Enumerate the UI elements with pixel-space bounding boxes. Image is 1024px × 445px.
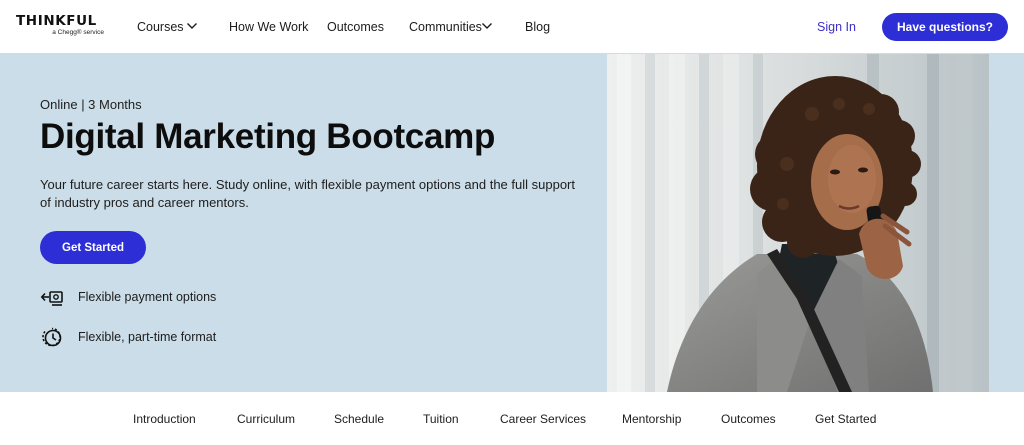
section-nav-introduction[interactable]: Introduction [133,412,196,426]
section-nav-schedule[interactable]: Schedule [334,412,384,426]
hero-description: Your future career starts here. Study on… [40,177,575,210]
section-nav-curriculum[interactable]: Curriculum [237,412,295,426]
chevron-down-icon[interactable] [186,21,198,31]
thinkful-logo[interactable]: THINKFUL a Chegg® service [16,14,106,37]
feature-format-label: Flexible, part-time format [78,330,217,344]
nav-communities[interactable]: Communities [409,19,482,35]
hero-photo [607,54,989,392]
feature-format: Flexible, part-time format [40,326,216,348]
get-started-button[interactable]: Get Started [40,231,146,264]
hero-section: Online | 3 Months Digital Marketing Boot… [0,54,1024,392]
logo-wordmark: THINKFUL [16,13,97,29]
payment-icon [40,291,63,306]
student-photo [607,54,989,392]
page-title: Digital Marketing Bootcamp [40,117,496,156]
feature-payment-label: Flexible payment options [78,290,217,304]
section-nav-career-services[interactable]: Career Services [500,412,586,426]
nav-courses[interactable]: Courses [137,19,184,35]
sign-in-link[interactable]: Sign In [817,19,856,35]
nav-how-we-work[interactable]: How We Work [229,19,308,35]
chevron-down-icon[interactable] [481,21,493,31]
section-nav-get-started[interactable]: Get Started [815,412,876,426]
nav-outcomes[interactable]: Outcomes [327,19,384,35]
clock-icon [42,327,62,347]
have-questions-button[interactable]: Have questions? [882,13,1008,41]
logo-tagline: a Chegg® service [52,29,104,36]
section-nav-outcomes[interactable]: Outcomes [721,412,776,426]
site-header: THINKFUL a Chegg® service Courses How We… [0,0,1024,54]
course-format-label: Online | 3 Months [40,97,142,112]
section-nav: Introduction Curriculum Schedule Tuition… [0,392,1024,445]
section-nav-mentorship[interactable]: Mentorship [622,412,681,426]
hero-right-margin [989,54,1024,392]
feature-payment: Flexible payment options [40,286,216,308]
nav-blog[interactable]: Blog [525,19,550,35]
section-nav-tuition[interactable]: Tuition [423,412,459,426]
